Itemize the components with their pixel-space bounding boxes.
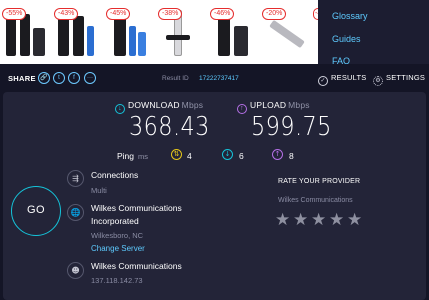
upload-unit: Mbps	[288, 100, 310, 110]
result-toolbar: SHARE 🔗 t f ··· Result ID 17222737417 ✓ R…	[0, 64, 429, 92]
upload-latency-value: 8	[289, 151, 294, 161]
product-image	[73, 16, 84, 56]
product-image	[114, 14, 126, 56]
change-server-link[interactable]: Change Server	[91, 244, 145, 253]
download-latency-icon: ↓	[222, 149, 233, 160]
ping-label: Ping	[117, 151, 135, 161]
product-image	[20, 14, 30, 56]
discount-badge: -20%	[262, 8, 287, 20]
discount-badge: -46%	[210, 8, 235, 20]
product-image	[218, 14, 230, 56]
upload-latency-icon: ↑	[272, 149, 283, 160]
upload-speed-value: 599.75	[251, 112, 332, 142]
user-icon: ☻	[67, 262, 84, 279]
connections-title: Connections	[91, 170, 139, 180]
discount-badge: -45%	[106, 8, 131, 20]
download-unit: Mbps	[181, 100, 204, 110]
product-image	[58, 16, 69, 56]
server-name: Wilkes Communications	[91, 203, 182, 213]
ip-address: 137.118.142.73	[91, 276, 143, 285]
results-label: RESULTS	[331, 73, 367, 82]
gear-icon: ⚙	[373, 76, 383, 86]
idle-latency-icon: ⇅	[171, 149, 182, 160]
rating-star-2[interactable]: ★	[293, 211, 308, 229]
globe-icon: 🌐	[67, 204, 84, 221]
rating-star-1[interactable]: ★	[275, 211, 290, 229]
rate-provider-title: RATE YOUR PROVIDER	[278, 178, 361, 185]
isp-name: Wilkes Communications	[91, 261, 182, 271]
product-image	[166, 35, 190, 40]
rating-star-5[interactable]: ★	[347, 211, 362, 229]
upload-arrow-icon: ↑	[237, 104, 247, 114]
ad-product-tile[interactable]: -43%	[52, 6, 102, 60]
connections-icon: ⇶	[67, 170, 84, 187]
result-id-label: Result ID	[162, 75, 189, 82]
menu-item-guides[interactable]: Guides	[332, 34, 361, 44]
download-latency-value: 6	[239, 151, 244, 161]
ad-product-tile[interactable]: -20%	[260, 6, 310, 60]
product-image	[33, 28, 45, 56]
more-icon[interactable]: ···	[84, 72, 96, 84]
product-image	[234, 26, 248, 56]
download-arrow-icon: ↓	[115, 104, 125, 114]
results-button[interactable]: ✓ RESULTS	[318, 73, 366, 86]
connections-mode: Multi	[91, 186, 107, 195]
rating-star-3[interactable]: ★	[311, 211, 326, 229]
ad-product-tile[interactable]: -45%	[104, 6, 154, 60]
server-name-line2: Incorporated	[91, 216, 139, 226]
server-location: Wilkesboro, NC	[91, 231, 144, 240]
settings-label: SETTINGS	[386, 73, 426, 82]
rating-star-4[interactable]: ★	[329, 211, 344, 229]
discount-badge: -43%	[54, 8, 79, 20]
product-image	[87, 26, 94, 56]
facebook-icon[interactable]: f	[68, 72, 80, 84]
rate-provider-name: Wilkes Communications	[278, 197, 353, 204]
product-image	[6, 14, 16, 56]
discount-badge: -55%	[2, 8, 27, 20]
menu-item-glossary[interactable]: Glossary	[332, 11, 368, 21]
help-menu: Glossary Guides FAQ	[318, 0, 429, 72]
result-id-link[interactable]: 17222737417	[199, 75, 239, 82]
link-icon[interactable]: 🔗	[38, 72, 50, 84]
product-image	[129, 26, 136, 56]
ad-product-tile[interactable]: -46%	[208, 6, 258, 60]
twitter-icon[interactable]: t	[53, 72, 65, 84]
ad-product-tile[interactable]: -38%	[156, 6, 206, 60]
go-button[interactable]: GO	[11, 186, 61, 236]
discount-badge: -38%	[158, 8, 183, 20]
download-speed-value: 368.43	[129, 112, 210, 142]
ping-unit: ms	[138, 152, 148, 161]
result-panel: ↓ DOWNLOAD Mbps 368.43 ↑ UPLOAD Mbps 599.75 …	[3, 92, 426, 300]
settings-button[interactable]: ⚙ SETTINGS	[373, 73, 425, 86]
check-circle-icon: ✓	[318, 76, 328, 86]
download-label: DOWNLOAD	[128, 100, 180, 110]
product-image	[269, 19, 305, 49]
share-label: SHARE	[8, 74, 36, 83]
product-image	[138, 32, 146, 56]
idle-latency-value: 4	[187, 151, 192, 161]
upload-label: UPLOAD	[250, 100, 287, 110]
ad-product-tile[interactable]: -55%	[0, 6, 50, 60]
